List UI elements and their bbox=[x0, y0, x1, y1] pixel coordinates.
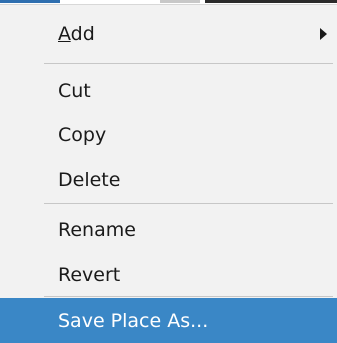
background-dark-panel-edge bbox=[205, 0, 337, 3]
menu-item-save-place-as[interactable]: Save Place As... bbox=[0, 298, 337, 343]
background-scrollbar-edge bbox=[160, 0, 200, 3]
menu-item-revert-label: Revert bbox=[58, 263, 121, 286]
menu-item-delete-label: Delete bbox=[58, 168, 121, 191]
background-selection-edge bbox=[0, 0, 60, 3]
menu-separator bbox=[44, 296, 333, 297]
menu-item-copy[interactable]: Copy bbox=[0, 112, 337, 157]
menu-item-add-label: Add bbox=[58, 22, 95, 45]
menu-item-rename[interactable]: Rename bbox=[0, 207, 337, 252]
menu-item-save-place-as-label: Save Place As... bbox=[58, 309, 209, 332]
menu-separator bbox=[44, 203, 333, 204]
submenu-arrow-icon bbox=[320, 27, 327, 40]
menu-item-copy-label: Copy bbox=[58, 123, 107, 146]
menu-item-add[interactable]: Add bbox=[0, 11, 337, 56]
menu-item-cut[interactable]: Cut bbox=[0, 68, 337, 113]
menu-item-rename-label: Rename bbox=[58, 218, 136, 241]
context-menu: Add Cut Copy Delete Rename Revert Save P… bbox=[0, 4, 337, 343]
menu-separator bbox=[44, 63, 333, 64]
menu-item-cut-label: Cut bbox=[58, 79, 91, 102]
menu-item-delete[interactable]: Delete bbox=[0, 157, 337, 202]
menu-item-revert[interactable]: Revert bbox=[0, 252, 337, 297]
